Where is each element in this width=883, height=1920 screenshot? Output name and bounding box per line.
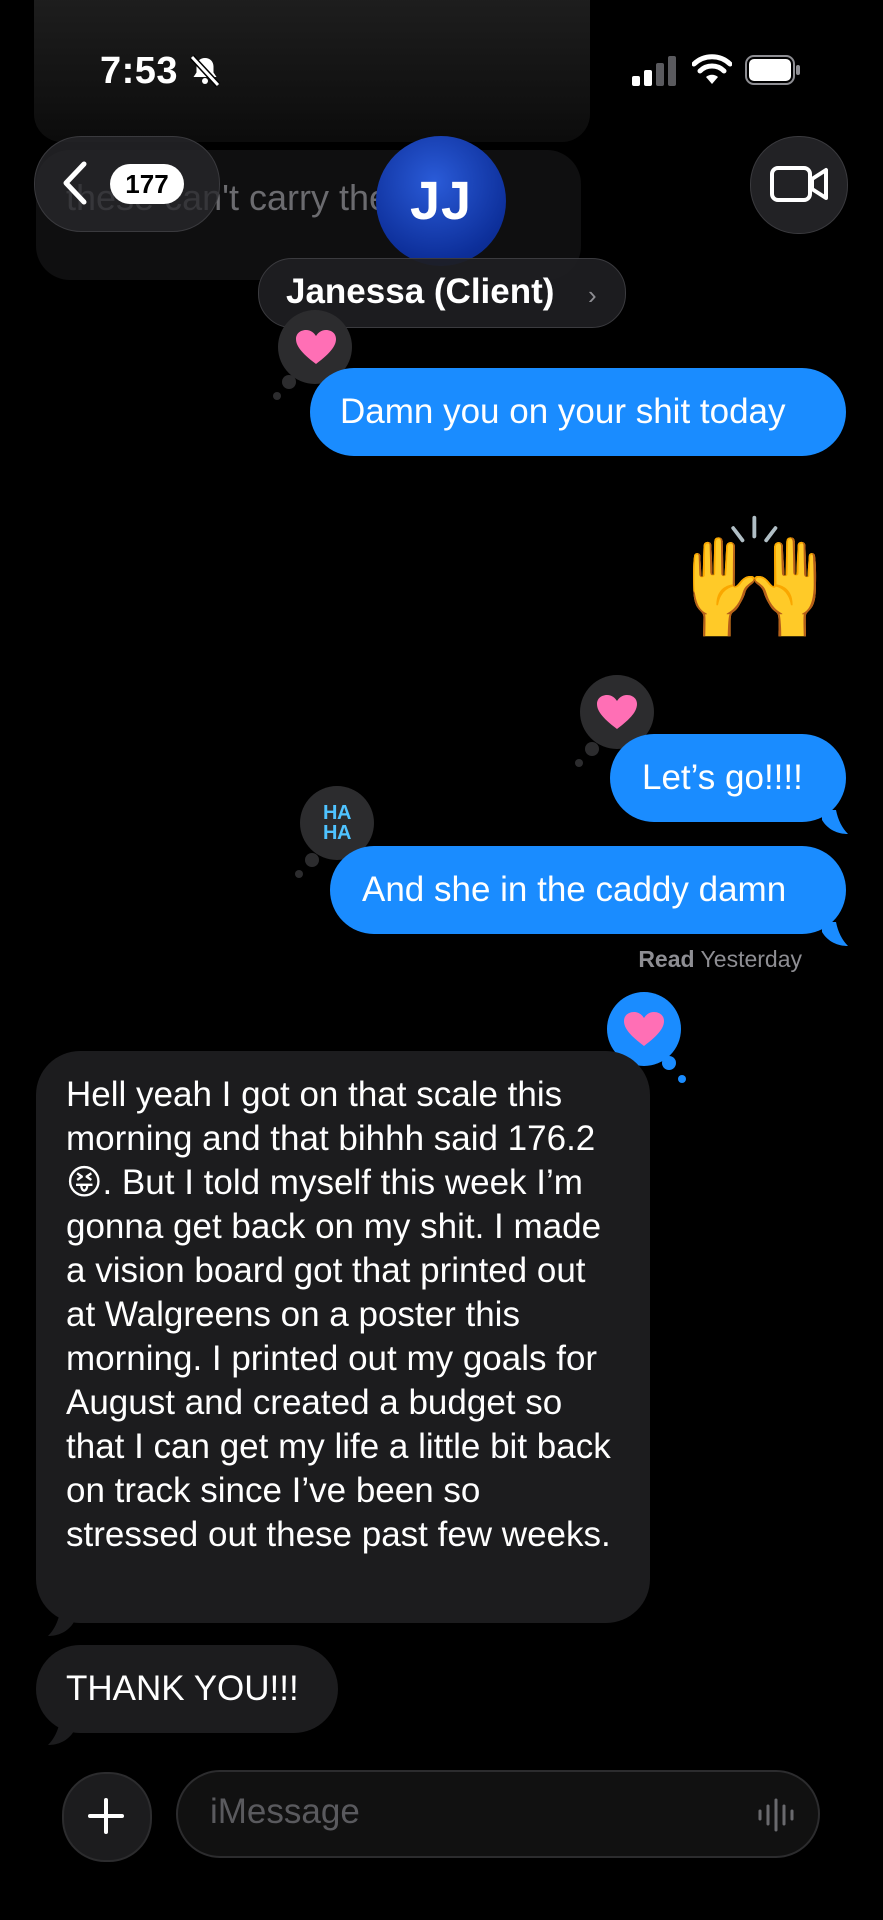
tapback-tail: [305, 853, 319, 867]
haha-icon: HA HA: [323, 802, 351, 844]
message-bubble-outgoing[interactable]: And she in the caddy damn: [330, 846, 846, 934]
bubble-tail: [48, 1612, 74, 1636]
wifi-icon: [692, 54, 732, 84]
bubble-tail: [822, 810, 848, 834]
emoji-message[interactable]: 🙌: [680, 505, 829, 655]
waveform-icon[interactable]: [756, 1797, 796, 1833]
unread-count-badge: 177: [110, 164, 184, 204]
chevron-left-icon: [63, 161, 87, 205]
tapback-tail: [282, 375, 296, 389]
tapback-tail: [295, 870, 303, 878]
contact-avatar[interactable]: JJ: [376, 136, 506, 266]
bell-slash-icon: [189, 54, 221, 88]
message-bubble-incoming[interactable]: THANK YOU!!!: [36, 1645, 338, 1733]
read-time: Yesterday: [700, 946, 802, 972]
tapback-tail: [662, 1056, 676, 1070]
message-bubble-incoming[interactable]: Hell yeah I got on that scale this morni…: [36, 1051, 650, 1623]
status-time: 7:53: [100, 50, 179, 92]
video-camera-icon: [770, 166, 828, 202]
message-bubble-outgoing[interactable]: Damn you on your shit today: [310, 368, 846, 456]
tapback-tail: [575, 759, 583, 767]
read-receipt: Read Yesterday: [560, 946, 802, 973]
message-input-placeholder: iMessage: [210, 1792, 360, 1831]
tapback-tail: [585, 742, 599, 756]
tapback-tail: [273, 392, 281, 400]
plus-icon: [88, 1798, 124, 1834]
heart-icon: [597, 695, 637, 729]
contact-name: Janessa (Client): [286, 272, 555, 311]
bubble-tail: [48, 1721, 74, 1745]
heart-icon: [296, 330, 336, 364]
signal-icon: [632, 56, 676, 86]
tapback-tail: [678, 1075, 686, 1083]
message-bubble-outgoing[interactable]: Let’s go!!!!: [610, 734, 846, 822]
chevron-right-icon: ›: [588, 280, 597, 310]
heart-icon: [624, 1012, 664, 1046]
battery-icon: [745, 55, 800, 85]
read-label: Read: [638, 946, 695, 972]
bubble-tail: [822, 922, 848, 946]
